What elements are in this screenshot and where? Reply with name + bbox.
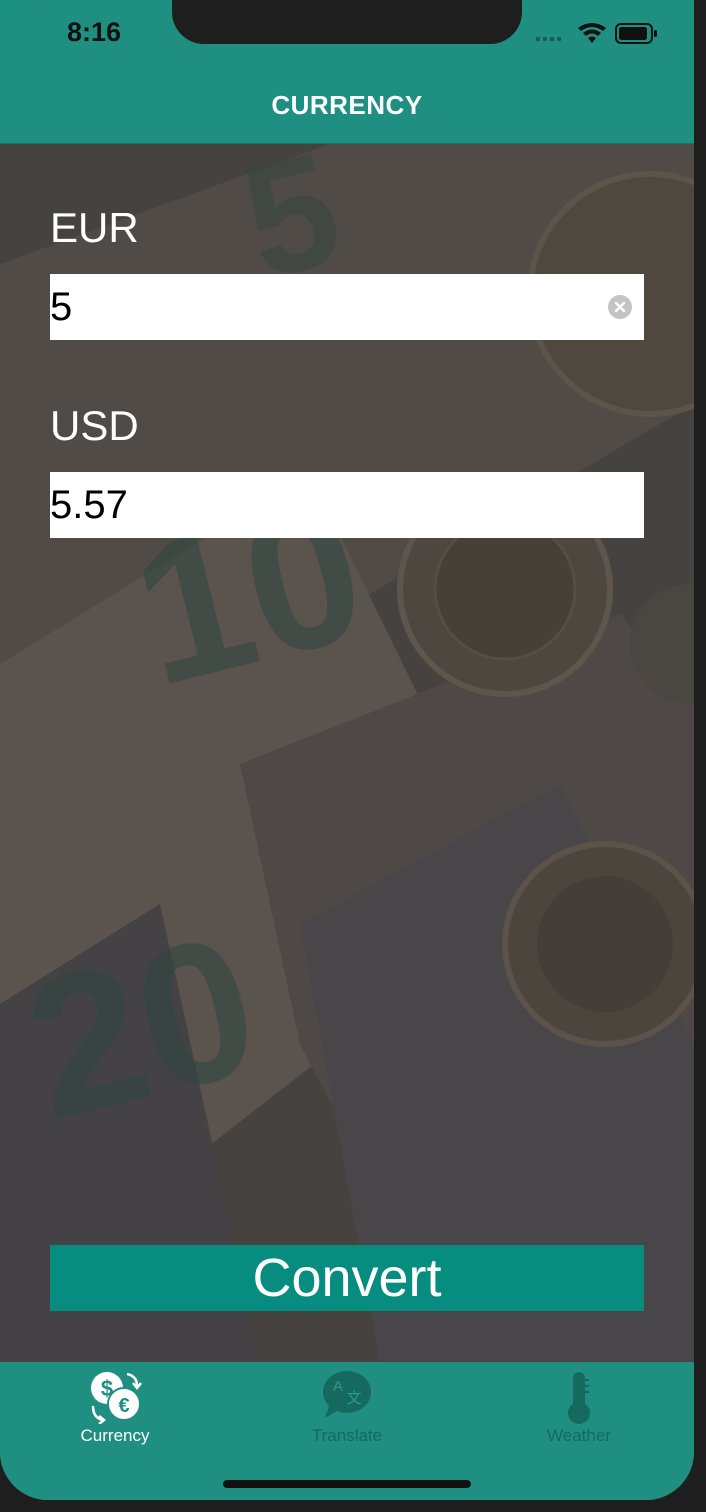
page-title: CURRENCY: [271, 90, 423, 120]
translate-bubble-icon: A 文: [323, 1371, 371, 1418]
home-indicator: [223, 1480, 471, 1488]
clear-input-button[interactable]: [608, 295, 632, 319]
tab-translate[interactable]: A 文 Translate: [267, 1366, 427, 1446]
thermometer-icon: [568, 1372, 590, 1424]
wifi-icon: [578, 23, 606, 43]
cellular-signal-icon: [536, 37, 561, 41]
from-currency-label: EUR: [50, 204, 139, 251]
svg-text:文: 文: [346, 1390, 361, 1407]
tab-weather[interactable]: Weather: [499, 1366, 659, 1446]
from-amount-field[interactable]: [50, 274, 644, 340]
to-amount-field[interactable]: [50, 472, 644, 538]
device-notch: [172, 0, 522, 44]
convert-button[interactable]: Convert: [50, 1245, 644, 1311]
tab-weather-label: Weather: [547, 1426, 611, 1445]
clear-x-icon: [614, 301, 626, 313]
battery-icon: [615, 23, 657, 44]
tab-currency-label: Currency: [80, 1426, 150, 1445]
from-amount-input[interactable]: [50, 274, 590, 340]
phone-screen: 8:16 CURRENCY 10 20 5 EUR 5 USD 5.57 Con…: [0, 0, 694, 1500]
currency-exchange-icon: $ €: [91, 1372, 142, 1424]
status-icons: [536, 20, 666, 48]
tab-currency[interactable]: $ € Currency: [35, 1366, 195, 1446]
currency-content: 10 20 5 EUR USD Convert: [0, 144, 694, 1362]
svg-text:€: €: [118, 1395, 129, 1417]
to-currency-label: USD: [50, 402, 139, 449]
svg-text:A: A: [333, 1378, 343, 1395]
to-amount-input[interactable]: [50, 472, 590, 538]
status-time: 8:16: [67, 17, 122, 47]
navigation-bar: 8:16 CURRENCY: [0, 0, 694, 144]
tab-translate-label: Translate: [311, 1426, 383, 1445]
